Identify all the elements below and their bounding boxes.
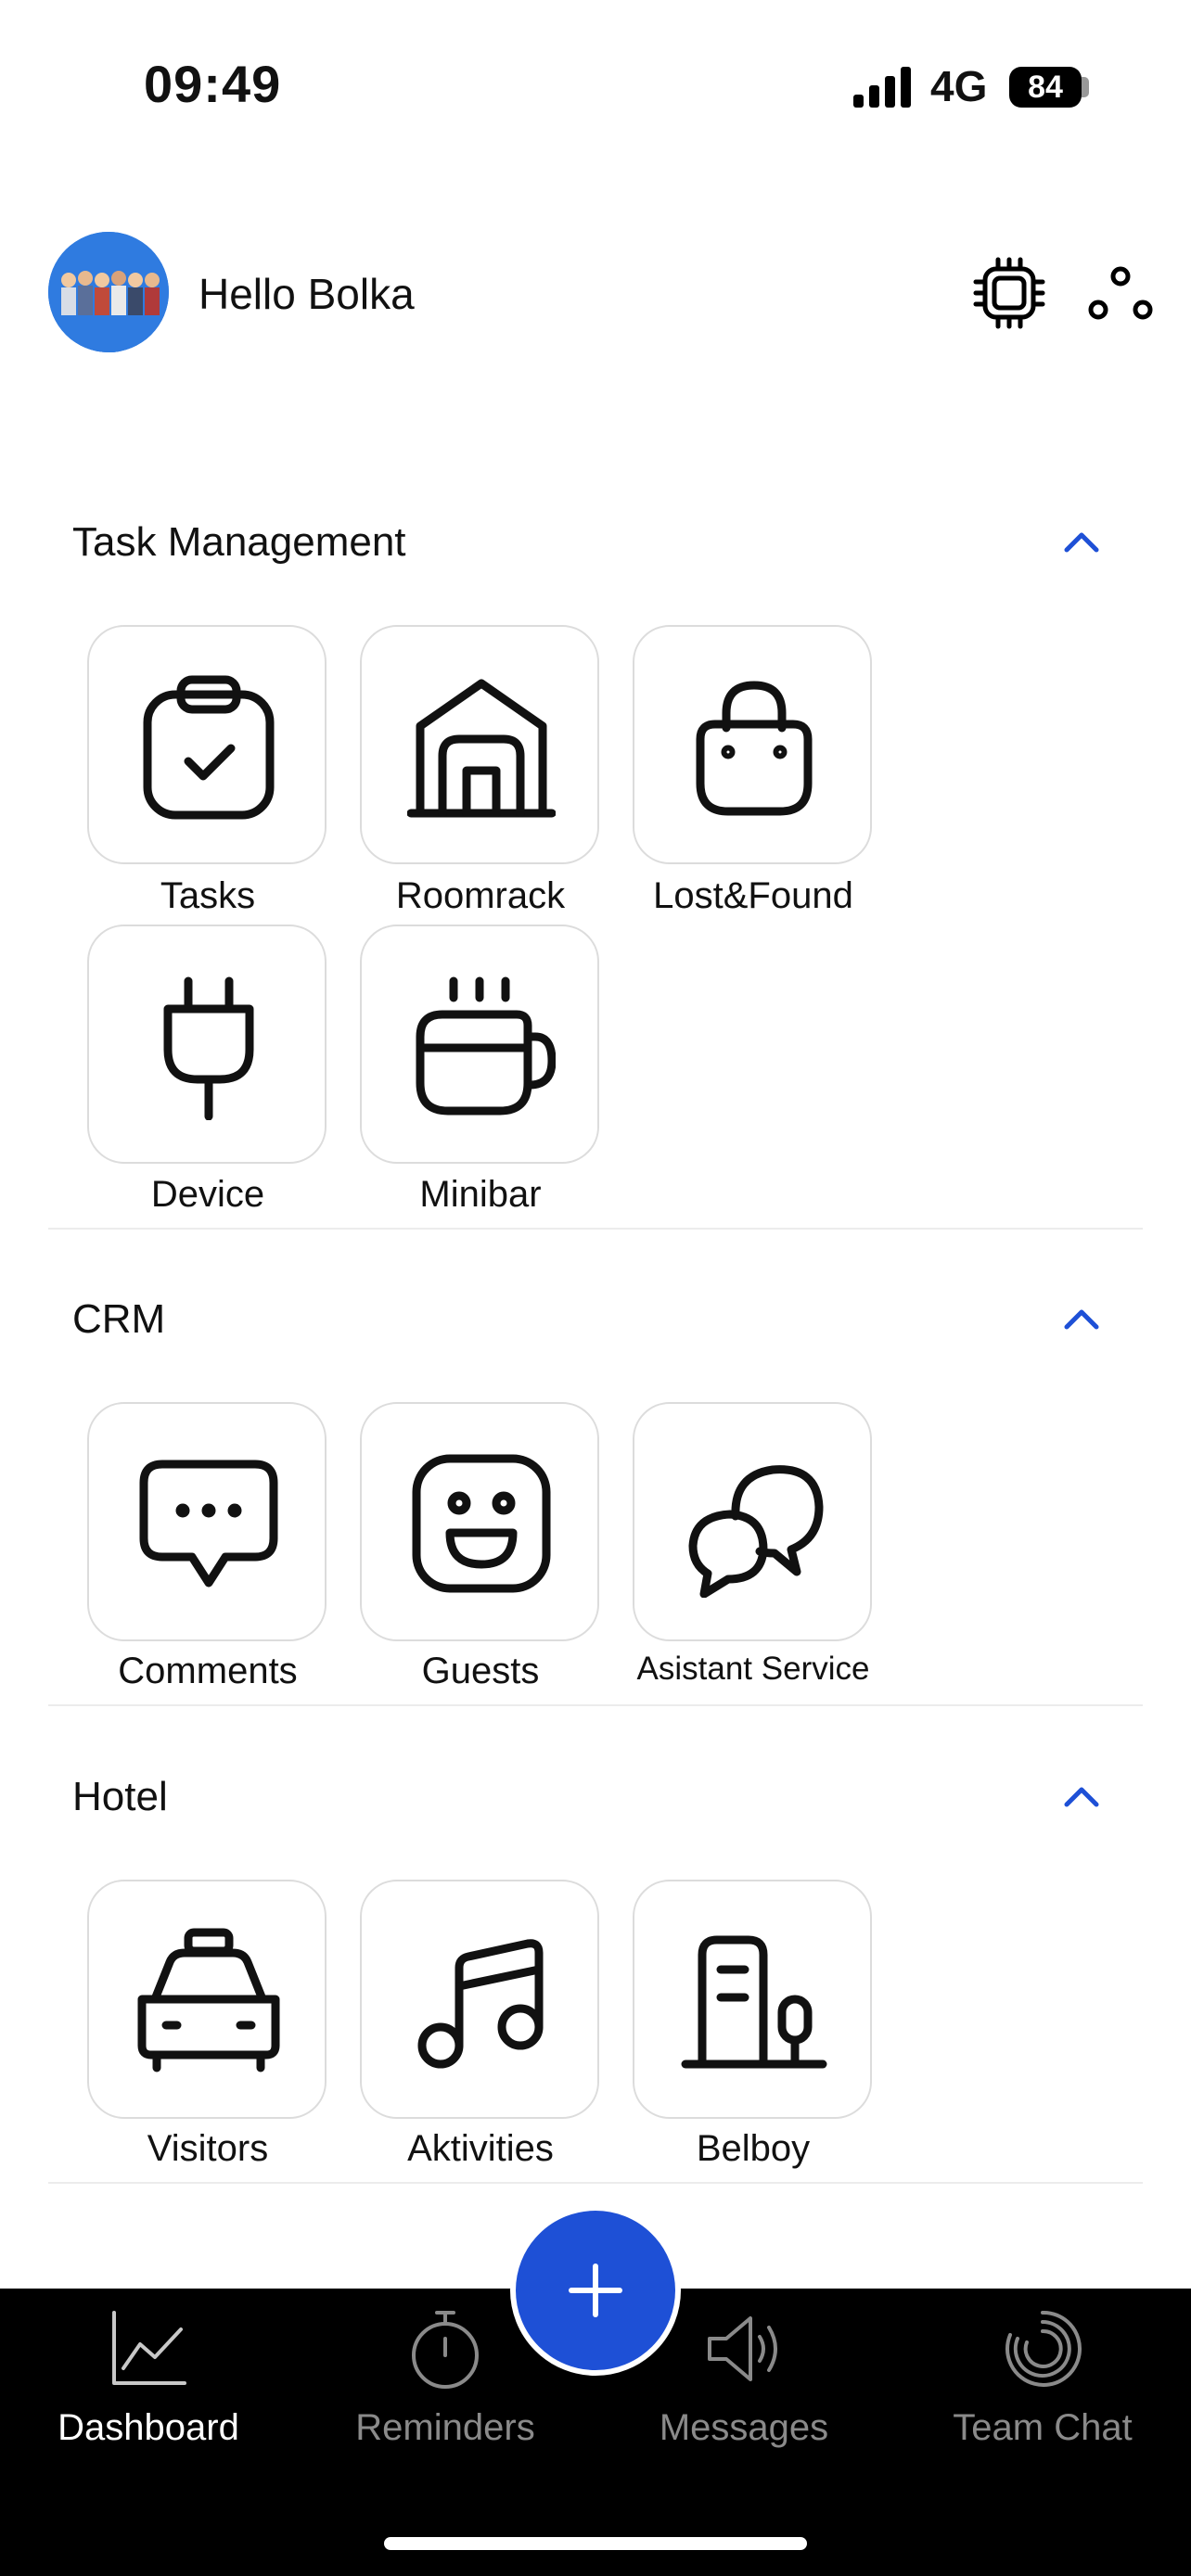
section-title-hotel: Hotel [72, 1774, 168, 1819]
chart-line-icon [112, 2311, 186, 2385]
greeting: Hello Bolka [198, 270, 415, 318]
battery-icon: 84 [1009, 67, 1082, 108]
chevron-up-icon[interactable] [1054, 524, 1109, 561]
tile-guests[interactable] [360, 1402, 599, 1641]
nav-label-team-chat: Team Chat [953, 2407, 1133, 2448]
chat-dots-icon [139, 1460, 278, 1588]
tile-label-aktivities: Aktivities [407, 2128, 554, 2169]
smiley-icon [412, 1454, 551, 1593]
speaker-icon [708, 2316, 777, 2381]
nav-dashboard[interactable]: Dashboard [0, 2307, 297, 2474]
music-note-icon [417, 1939, 544, 2069]
plug-icon [163, 976, 254, 1120]
tile-roomrack[interactable] [360, 625, 599, 864]
chevron-up-icon[interactable] [1054, 1301, 1109, 1338]
nav-label-dashboard: Dashboard [58, 2407, 239, 2448]
section-divider [48, 1704, 1143, 1706]
section-title-crm: CRM [72, 1296, 166, 1342]
status-bar: 09:49 4G 84 [0, 0, 1191, 176]
tile-label-device: Device [150, 1174, 265, 1215]
plus-icon [569, 2264, 622, 2317]
tile-label-asistant-service: Asistant Service [636, 1651, 870, 1687]
add-button[interactable] [510, 2205, 681, 2376]
tile-label-minibar: Minibar [419, 1174, 542, 1215]
spiral-icon [1005, 2310, 1082, 2387]
taxi-icon [137, 1928, 280, 2072]
home-indicator [384, 2537, 807, 2550]
status-time: 09:49 [144, 55, 282, 113]
tile-asistant-service[interactable] [633, 1402, 872, 1641]
battery-tip [1082, 77, 1089, 97]
tile-tasks[interactable] [87, 625, 327, 864]
tile-label-belboy: Belboy [696, 2128, 811, 2169]
tile-lost-found[interactable] [633, 625, 872, 864]
section-divider [48, 1228, 1143, 1230]
tile-label-roomrack: Roomrack [395, 875, 566, 916]
chevron-up-icon[interactable] [1054, 1779, 1109, 1816]
tile-label-guests: Guests [421, 1651, 540, 1691]
tile-comments[interactable] [87, 1402, 327, 1641]
section-title-task-management: Task Management [72, 519, 406, 565]
tile-label-comments: Comments [118, 1651, 298, 1691]
tile-belboy[interactable] [633, 1880, 872, 2119]
signal-icon [853, 67, 913, 108]
chip-icon[interactable] [972, 256, 1046, 330]
network-type: 4G [930, 62, 988, 110]
nav-team-chat[interactable]: Team Chat [894, 2307, 1191, 2474]
nav-label-reminders: Reminders [355, 2407, 535, 2448]
tile-label-lost-found: Lost&Found [653, 875, 853, 916]
avatar[interactable] [48, 232, 169, 352]
nav-label-messages: Messages [659, 2407, 829, 2448]
avatar-group-icon [48, 232, 169, 352]
coffee-cup-icon [416, 976, 556, 1116]
clipboard-check-icon [143, 675, 275, 820]
tile-visitors[interactable] [87, 1880, 327, 2119]
section-divider [48, 2182, 1143, 2184]
tile-minibar[interactable] [360, 925, 599, 1164]
tile-device[interactable] [87, 925, 327, 1164]
share-icon[interactable] [1083, 256, 1158, 330]
stopwatch-icon [412, 2311, 479, 2389]
tile-label-visitors: Visitors [147, 2128, 269, 2169]
tile-aktivities[interactable] [360, 1880, 599, 2119]
bag-icon [696, 681, 813, 816]
header: Hello Bolka [0, 223, 1191, 362]
building-tree-icon [681, 1935, 827, 2069]
warehouse-icon [407, 679, 556, 818]
tile-label-tasks: Tasks [160, 875, 256, 916]
chat-bubbles-icon [688, 1465, 824, 1598]
